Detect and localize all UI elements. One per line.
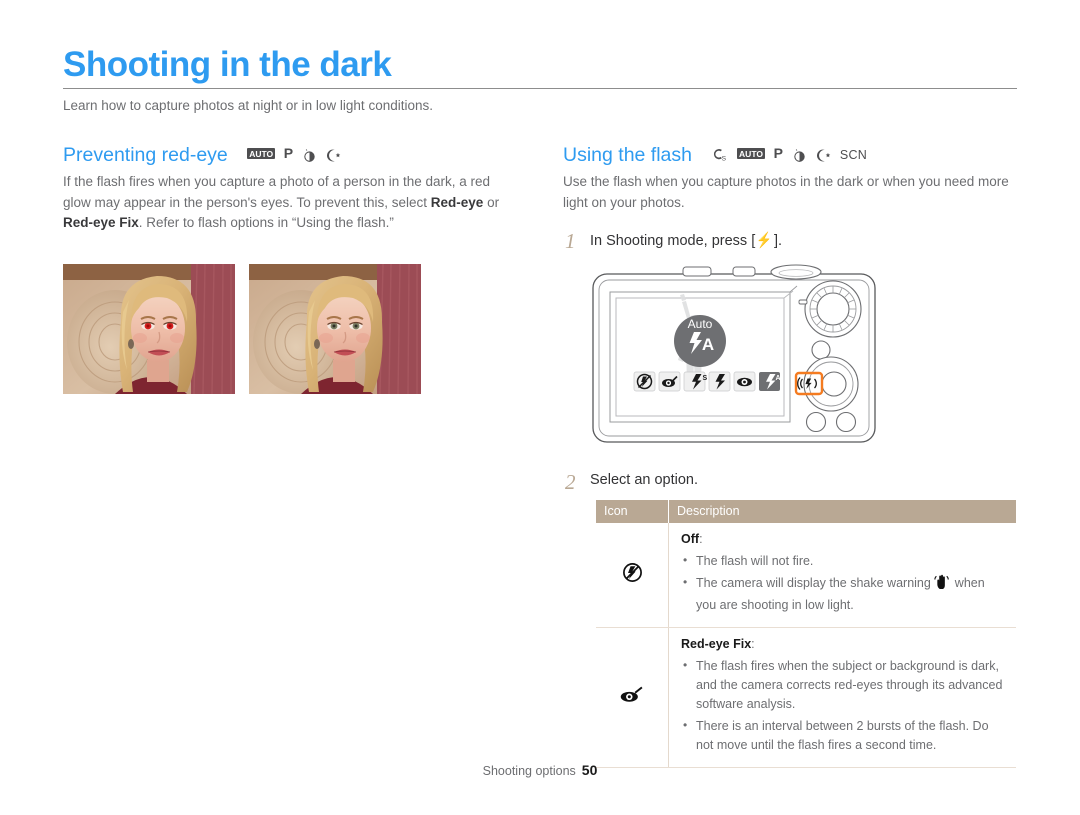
step-1-text-before: In Shooting mode, press [ — [590, 233, 756, 249]
auto-mode-icon-right: AUTO — [737, 148, 765, 159]
paragraph-preventing-red-eye: If the flash fires when you capture a ph… — [63, 172, 518, 234]
svg-text:A: A — [776, 375, 781, 382]
par-left-part3: . Refer to flash options in “Using the f… — [138, 215, 394, 230]
row-icon-red-eye-fix — [596, 627, 669, 768]
list-item: The flash will not fire. — [681, 551, 1008, 571]
program-mode-icon-right: P — [773, 145, 783, 161]
svg-text:S: S — [722, 156, 727, 163]
title-divider — [63, 88, 1017, 89]
moon-star-glyph — [327, 149, 341, 162]
par-left-part1: If the flash fires when you capture a ph… — [63, 174, 491, 210]
red-eye-icon — [737, 377, 752, 387]
page-number: 50 — [581, 762, 598, 778]
flash-icon: ⚡ — [756, 232, 773, 249]
camera-back-diagram: Auto A S A — [592, 264, 876, 443]
flash-options-table: Icon Description Off: The flash will not… — [596, 500, 1016, 768]
option-bullets: The flash fires when the subject or back… — [681, 656, 1008, 755]
red-eye-photo — [63, 264, 235, 394]
section-heading-label: Preventing red-eye — [63, 144, 228, 166]
night-mode-icon — [302, 146, 317, 163]
row-icon-flash-off — [596, 523, 669, 628]
step-2-text: Select an option. — [590, 472, 699, 488]
row-description-flash-off: Off: The flash will not fire. The camera… — [668, 523, 1016, 628]
page-footer: Shooting options 50 — [0, 762, 1080, 778]
table-row: Off: The flash will not fire. The camera… — [596, 523, 1016, 628]
step-2-number: 2 — [565, 470, 576, 494]
mode-icon-group-right: S AUTO P SCN — [711, 145, 872, 163]
moon-star-glyph-right — [817, 149, 831, 162]
option-title-label: Off — [681, 532, 700, 546]
night-mode-glyph-right — [793, 148, 805, 162]
par-left-bold2: Red-eye Fix — [63, 215, 139, 230]
flash-off-icon — [622, 562, 642, 582]
section-heading-using-the-flash: Using the flash S AUTO P SCN — [563, 144, 872, 167]
program-mode-icon: P — [283, 145, 294, 161]
moon-star-icon — [325, 146, 341, 163]
page-title: Shooting in the dark — [63, 45, 392, 84]
step-1-text: In Shooting mode, press [⚡]. — [590, 231, 782, 249]
par-left-bold1: Red-eye — [430, 194, 484, 210]
lcd-overlay-label: Auto — [688, 317, 713, 331]
bullet-text-before: The camera will display the shake warnin… — [696, 576, 935, 590]
corrected-photo-graphic — [249, 264, 421, 394]
par-left-part2: or — [483, 194, 500, 210]
section-heading-preventing-red-eye: Preventing red-eye AUTO P — [63, 144, 346, 167]
shake-warning-icon — [934, 574, 951, 596]
table-header-description: Description — [668, 500, 1016, 523]
option-bullets: The flash will not fire. The camera will… — [681, 551, 1008, 615]
step-1-number: 1 — [565, 229, 576, 253]
camera-illustration: Auto A S A — [588, 262, 880, 452]
svg-text:A: A — [702, 335, 714, 354]
corrected-photo — [249, 264, 421, 394]
red-eye-fix-icon — [620, 686, 643, 702]
row-description-red-eye-fix: Red-eye Fix: The flash fires when the su… — [668, 627, 1016, 768]
smart-auto-icon: S — [711, 146, 728, 163]
smart-auto-glyph: S — [714, 149, 727, 163]
table-header-icon: Icon — [596, 500, 669, 523]
table-row: Red-eye Fix: The flash fires when the su… — [596, 627, 1016, 768]
list-item: There is an interval between 2 bursts of… — [681, 716, 1008, 755]
intro-text: Learn how to capture photos at night or … — [63, 98, 433, 113]
lcd-flash-auto-overlay: Auto A — [674, 315, 726, 367]
option-title: Off: — [681, 532, 703, 546]
option-title: Red-eye Fix: — [681, 637, 755, 651]
section-heading-label-right: Using the flash — [563, 144, 692, 166]
moon-star-icon-right — [815, 146, 831, 163]
list-item: The flash fires when the subject or back… — [681, 656, 1008, 714]
night-mode-icon-right — [792, 146, 807, 163]
auto-mode-icon: AUTO — [247, 148, 276, 159]
scene-mode-icon: SCN — [839, 148, 868, 162]
paragraph-using-the-flash: Use the flash when you capture photos in… — [563, 174, 1009, 210]
option-title-label: Red-eye Fix — [681, 637, 752, 651]
svg-text:S: S — [703, 375, 708, 382]
step-1-text-after: ]. — [773, 233, 782, 249]
red-eye-photo-graphic — [63, 264, 235, 394]
night-mode-glyph — [304, 148, 315, 162]
document-page: Shooting in the dark Learn how to captur… — [0, 0, 1080, 815]
list-item: The camera will display the shake warnin… — [681, 573, 1008, 615]
table-header-row: Icon Description — [596, 500, 1016, 523]
footer-section-label: Shooting options — [482, 764, 576, 778]
mode-icon-group-left: AUTO P — [247, 145, 346, 163]
